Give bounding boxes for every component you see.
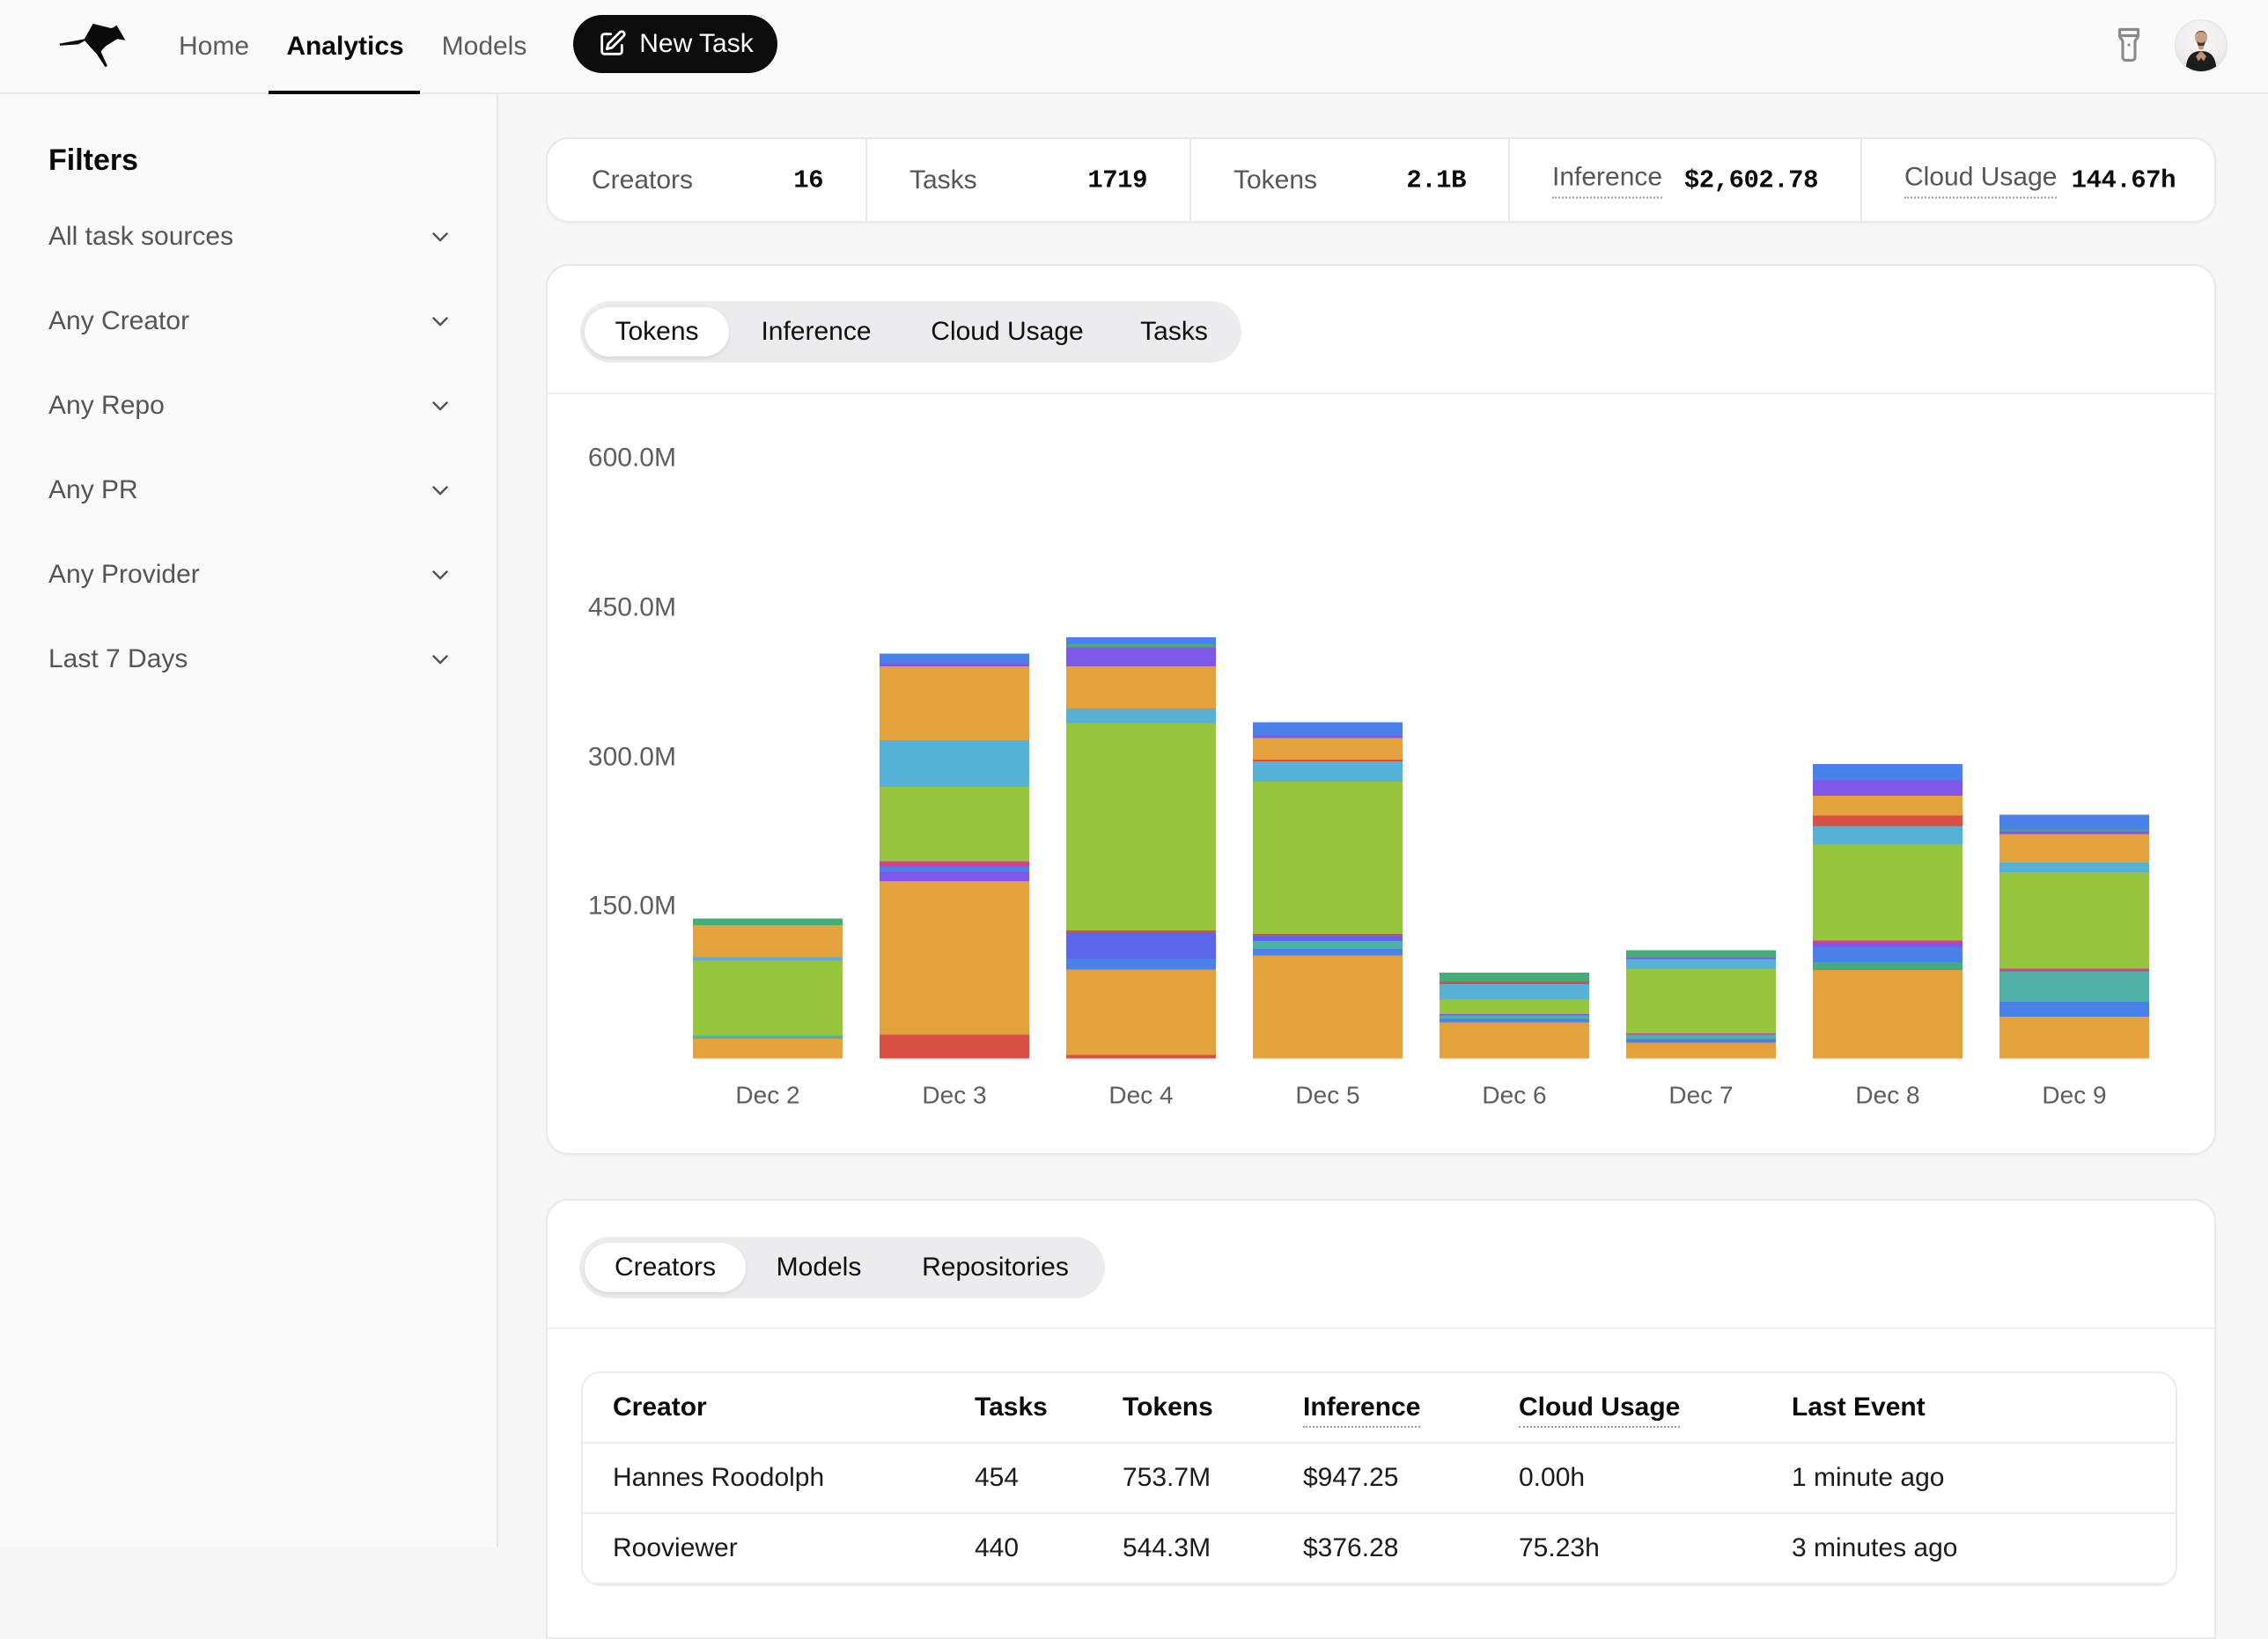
svg-text:Dec 6: Dec 6 bbox=[1482, 1082, 1546, 1109]
svg-text:450.0M: 450.0M bbox=[588, 593, 676, 622]
svg-text:Dec 2: Dec 2 bbox=[735, 1082, 799, 1109]
svg-text:300.0M: 300.0M bbox=[588, 743, 676, 772]
svg-text:Dec 3: Dec 3 bbox=[922, 1082, 986, 1109]
svg-text:Dec 8: Dec 8 bbox=[1855, 1082, 1919, 1109]
svg-text:Dec 5: Dec 5 bbox=[1295, 1082, 1359, 1109]
svg-text:Dec 9: Dec 9 bbox=[2042, 1082, 2106, 1109]
svg-text:Dec 7: Dec 7 bbox=[1668, 1082, 1733, 1109]
svg-text:Dec 4: Dec 4 bbox=[1108, 1082, 1173, 1109]
svg-text:600.0M: 600.0M bbox=[588, 444, 676, 473]
svg-text:150.0M: 150.0M bbox=[588, 892, 676, 921]
